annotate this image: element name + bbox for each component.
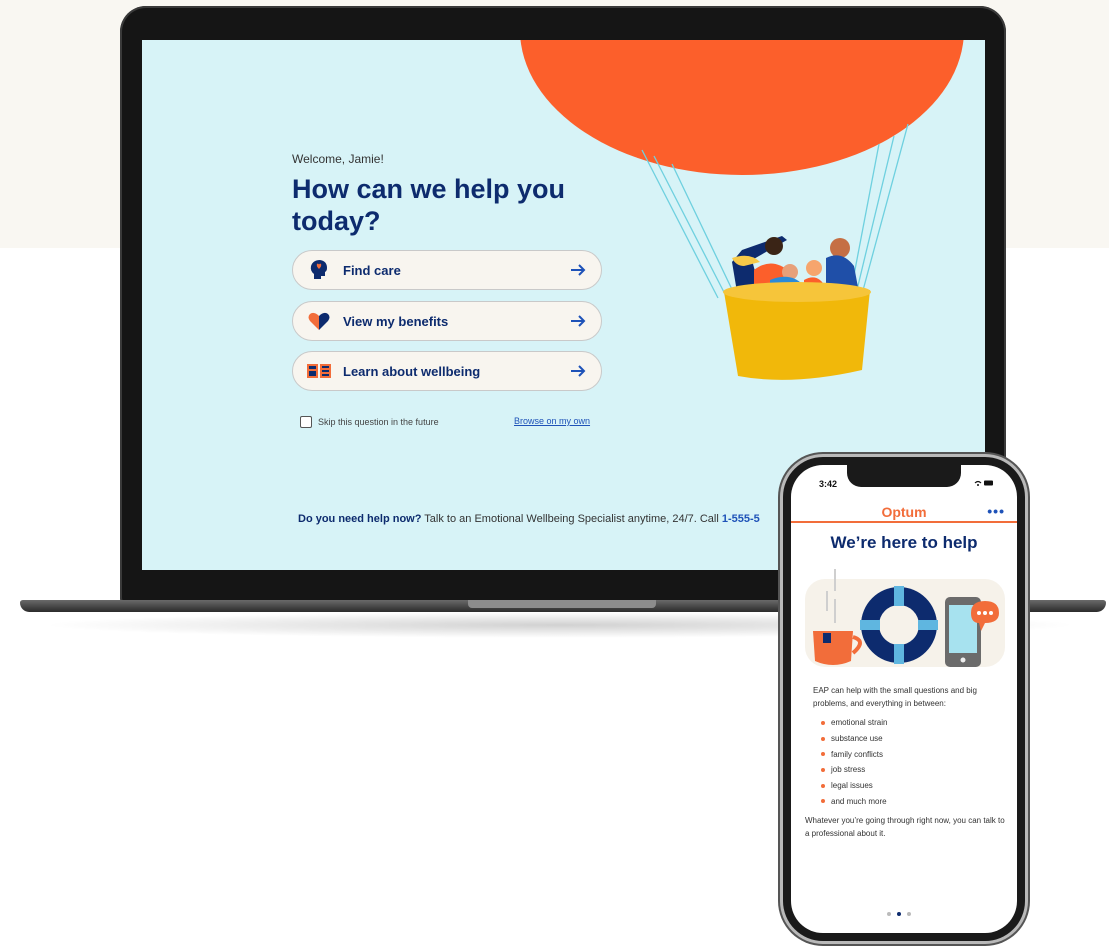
view-my-benefits-label: View my benefits (343, 313, 449, 329)
basket (723, 282, 871, 380)
skip-question-label: Skip this question in the future (318, 417, 439, 427)
bullet-dot-icon (821, 736, 825, 741)
page-title: How can we help you today? (292, 174, 566, 236)
phone-title: We’re here to help (830, 533, 978, 552)
book-icon (307, 359, 331, 383)
stage: Welcome, Jamie! How can we help you toda… (0, 0, 1109, 946)
browse-on-my-own-link[interactable]: Browse on my own (514, 416, 590, 426)
heart-icon (307, 309, 331, 333)
learn-about-wellbeing-button[interactable]: Learn about wellbeing (292, 351, 602, 391)
wifi-battery-icon (974, 480, 993, 486)
help-now-text: Talk to an Emotional Wellbeing Specialis… (421, 513, 722, 525)
help-now-heading: Do you need help now? (298, 513, 422, 525)
phone-screen: 3:42 Optum ••• We’re here to help EAP ca… (791, 465, 1017, 933)
lifebuoy-illustration (805, 569, 1005, 667)
find-care-label: Find care (343, 262, 401, 278)
bullet-dot-icon (821, 752, 825, 757)
arrow-right-icon (571, 264, 586, 276)
list-item: substance use (821, 731, 887, 747)
closing-text: Whatever you’re going through right now,… (805, 816, 1005, 838)
arrow-right-icon (571, 365, 586, 377)
bullet-dot-icon (821, 783, 825, 788)
page-dot[interactable] (907, 912, 911, 916)
more-menu-icon[interactable]: ••• (987, 503, 1005, 519)
list-item-label: substance use (831, 734, 883, 744)
status-time: 3:42 (819, 479, 838, 489)
skip-question-checkbox[interactable] (300, 416, 312, 428)
phone-notch (847, 465, 961, 487)
balloon-envelope (520, 40, 964, 175)
list-item-label: legal issues (831, 781, 873, 791)
app-bar: Optum ••• (791, 501, 1017, 523)
welcome-text: Welcome, Jamie! (292, 152, 384, 166)
list-item-label: emotional strain (831, 718, 888, 728)
list-item-label: job stress (831, 765, 866, 775)
skip-question-row: Skip this question in the future (300, 416, 439, 428)
bullet-dot-icon (821, 799, 825, 804)
list-item: and much more (821, 793, 887, 809)
help-now-banner: Do you need help now? Talk to an Emotion… (298, 513, 760, 525)
page-indicator[interactable] (887, 912, 911, 916)
page-dot-active[interactable] (897, 912, 901, 916)
page-dot[interactable] (887, 912, 891, 916)
arrow-right-icon (571, 315, 586, 327)
eap-topics-list: emotional strain substance use family co… (821, 715, 887, 809)
list-item: family conflicts (821, 746, 887, 762)
optum-logo: Optum (881, 504, 927, 520)
list-item-label: and much more (831, 796, 887, 806)
head-heart-icon (307, 258, 331, 282)
bullet-dot-icon (821, 720, 825, 725)
status-icons (973, 479, 995, 489)
phone-frame: 3:42 Optum ••• We’re here to help EAP ca… (783, 457, 1025, 941)
learn-about-wellbeing-label: Learn about wellbeing (343, 363, 481, 379)
help-phone-link[interactable]: 1-555-5 (722, 513, 760, 525)
laptop-hinge (468, 600, 656, 608)
find-care-button[interactable]: Find care (292, 250, 602, 290)
eap-intro-text: EAP can help with the small questions an… (813, 686, 977, 708)
list-item: job stress (821, 762, 887, 778)
view-my-benefits-button[interactable]: View my benefits (292, 301, 602, 341)
list-item-label: family conflicts (831, 749, 884, 759)
bullet-dot-icon (821, 767, 825, 772)
list-item: legal issues (821, 778, 887, 794)
list-item: emotional strain (821, 715, 887, 731)
